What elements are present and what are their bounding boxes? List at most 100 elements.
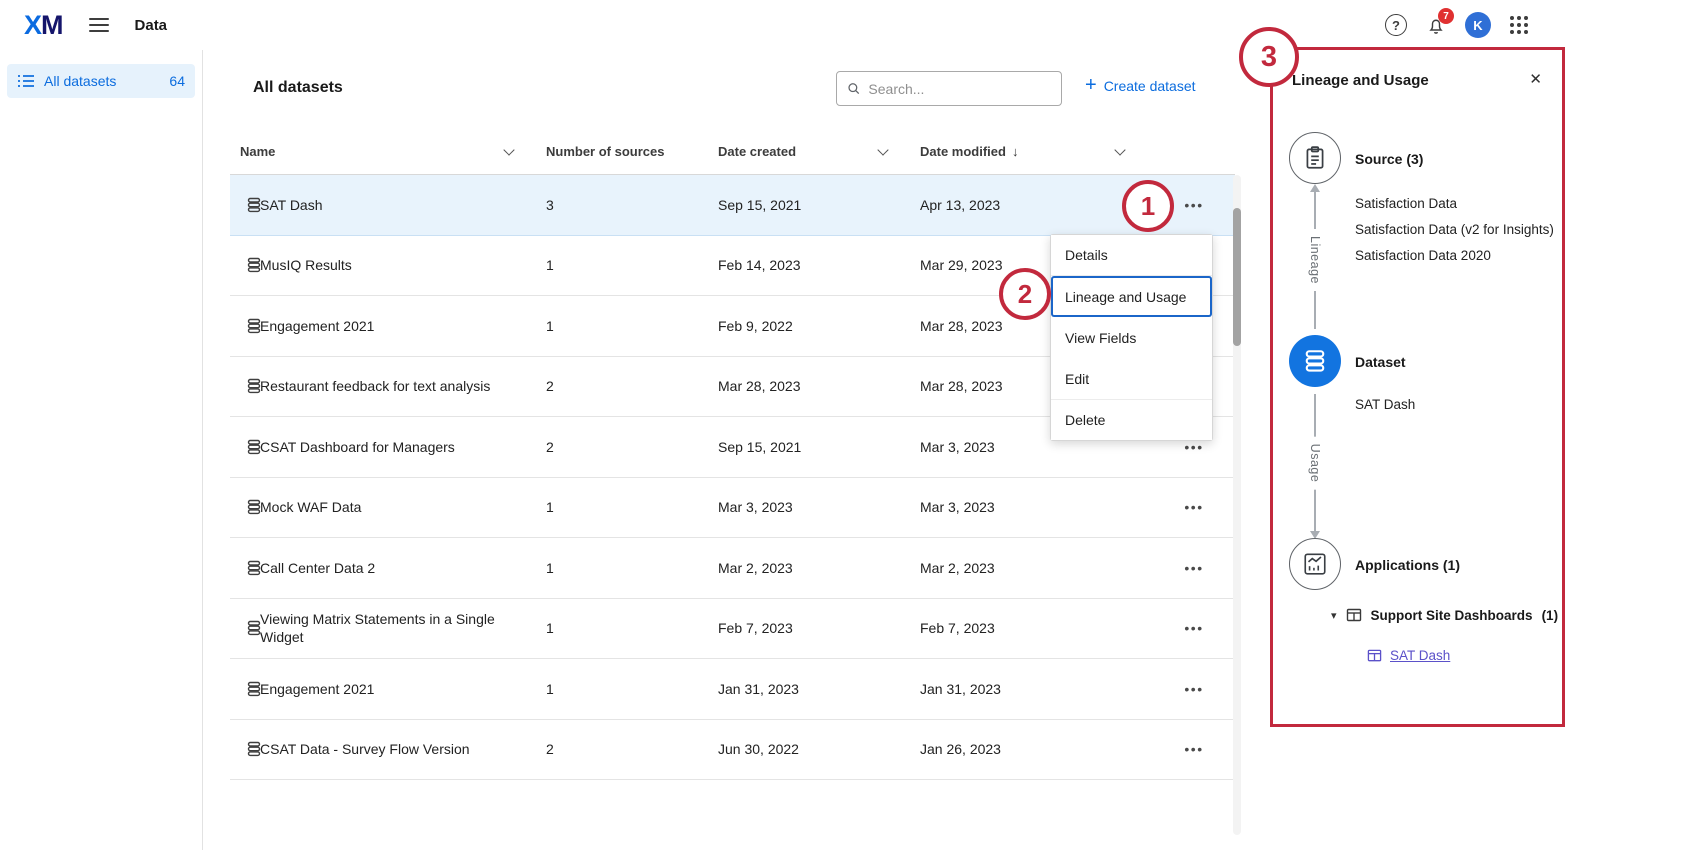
table-header: Name Number of sources Date created Date… <box>230 130 1235 175</box>
application-link-row: SAT Dash <box>1367 648 1450 663</box>
menu-item-details[interactable]: Details <box>1051 235 1212 276</box>
more-options-icon: ••• <box>1184 439 1203 455</box>
applications-label: Applications (1) <box>1355 557 1460 573</box>
column-label: Name <box>240 144 275 159</box>
cell-date-created: Sep 15, 2021 <box>718 417 801 477</box>
sidebar-item-label: All datasets <box>44 73 160 89</box>
close-icon[interactable]: ✕ <box>1529 70 1542 88</box>
table-row[interactable]: Mock WAF Data 1 Mar 3, 2023 Mar 3, 2023 … <box>230 478 1235 539</box>
row-actions-button[interactable]: ••• <box>1172 175 1216 235</box>
menu-item-delete[interactable]: Delete <box>1051 399 1212 440</box>
chevron-down-icon[interactable] <box>1114 144 1125 155</box>
cell-sources: 2 <box>546 417 554 477</box>
cell-name[interactable]: CSAT Dashboard for Managers <box>260 417 505 477</box>
usage-connector: Usage <box>1314 394 1316 532</box>
cell-name[interactable]: Restaurant feedback for text analysis <box>260 357 505 417</box>
application-group-row[interactable]: ▾ Support Site Dashboards (1) <box>1331 607 1558 623</box>
xm-logo: XM <box>24 12 63 39</box>
logo-letter-m: M <box>41 10 63 40</box>
table-row[interactable]: Viewing Matrix Statements in a Single Wi… <box>230 599 1235 660</box>
cell-name[interactable]: Viewing Matrix Statements in a Single Wi… <box>260 599 505 659</box>
table-row[interactable]: CSAT Data - Survey Flow Version 2 Jun 30… <box>230 720 1235 781</box>
cell-date-created: Mar 3, 2023 <box>718 478 793 538</box>
cell-name[interactable]: CSAT Data - Survey Flow Version <box>260 720 505 780</box>
more-options-icon: ••• <box>1184 560 1203 576</box>
annotation-circle-3: 3 <box>1239 27 1299 87</box>
more-options-icon: ••• <box>1184 620 1203 636</box>
menu-item-view-fields[interactable]: View Fields <box>1051 317 1212 358</box>
caret-down-icon: ▾ <box>1331 609 1337 622</box>
topbar: XM Data ? 7 K <box>0 0 1700 50</box>
row-actions-button[interactable]: ••• <box>1172 599 1216 659</box>
row-context-menu: Details Lineage and Usage View Fields Ed… <box>1050 234 1213 441</box>
cell-sources: 2 <box>546 720 554 780</box>
table-row[interactable]: Engagement 2021 1 Jan 31, 2023 Jan 31, 2… <box>230 659 1235 720</box>
column-header-sources[interactable]: Number of sources <box>546 144 664 159</box>
cell-sources: 2 <box>546 357 554 417</box>
row-actions-button[interactable]: ••• <box>1172 538 1216 598</box>
cell-name[interactable]: Mock WAF Data <box>260 478 505 538</box>
search-input[interactable] <box>868 81 1051 97</box>
topbar-left: XM Data <box>24 0 167 50</box>
column-label: Number of sources <box>546 144 664 159</box>
annotation-circle-1: 1 <box>1122 180 1174 232</box>
menu-item-lineage-and-usage[interactable]: Lineage and Usage <box>1051 276 1212 317</box>
cell-date-created: Feb 7, 2023 <box>718 599 793 659</box>
cell-date-created: Jun 30, 2022 <box>718 720 799 780</box>
search-icon <box>847 81 860 96</box>
user-avatar[interactable]: K <box>1465 12 1491 38</box>
cell-date-created: Mar 2, 2023 <box>718 538 793 598</box>
notifications-button[interactable]: 7 <box>1426 15 1446 35</box>
cell-date-created: Mar 28, 2023 <box>718 357 801 417</box>
table-row[interactable]: Call Center Data 2 1 Mar 2, 2023 Mar 2, … <box>230 538 1235 599</box>
apps-grid-icon[interactable] <box>1510 16 1528 34</box>
main-content: All datasets + Create dataset Name Numbe… <box>203 50 1270 850</box>
cell-date-modified: Mar 3, 2023 <box>920 417 995 477</box>
help-button[interactable]: ? <box>1385 14 1407 36</box>
annotation-circle-2: 2 <box>999 268 1051 320</box>
column-header-name[interactable]: Name <box>240 144 275 159</box>
chevron-down-icon[interactable] <box>503 144 514 155</box>
lineage-usage-panel: Lineage and Usage ✕ Source (3) Satisfact… <box>1270 47 1565 727</box>
clipboard-icon <box>1302 145 1328 171</box>
cell-name[interactable]: SAT Dash <box>260 175 505 235</box>
source-list: Satisfaction Data Satisfaction Data (v2 … <box>1355 191 1554 269</box>
sort-desc-icon: ↓ <box>1012 144 1019 159</box>
cell-date-modified: Mar 28, 2023 <box>920 296 1003 356</box>
sidebar: All datasets 64 <box>0 50 203 850</box>
row-actions-button[interactable]: ••• <box>1172 659 1216 719</box>
dashboard-icon <box>1367 648 1382 663</box>
source-node <box>1289 132 1341 184</box>
cell-date-modified: Jan 26, 2023 <box>920 720 1001 780</box>
cell-name[interactable]: MusIQ Results <box>260 236 505 296</box>
cell-date-modified: Feb 7, 2023 <box>920 599 995 659</box>
chevron-down-icon[interactable] <box>877 144 888 155</box>
table-row[interactable]: SAT Dash 3 Sep 15, 2021 Apr 13, 2023 ••• <box>230 175 1235 236</box>
source-item: Satisfaction Data 2020 <box>1355 243 1554 269</box>
dataset-node <box>1289 335 1341 387</box>
cell-name[interactable]: Engagement 2021 <box>260 659 505 719</box>
hamburger-menu-icon[interactable] <box>89 18 109 32</box>
cell-date-modified: Mar 28, 2023 <box>920 357 1003 417</box>
more-options-icon: ••• <box>1184 681 1203 697</box>
column-label: Date created <box>718 144 796 159</box>
cell-name[interactable]: Call Center Data 2 <box>260 538 505 598</box>
row-actions-button[interactable]: ••• <box>1172 478 1216 538</box>
chart-icon <box>1302 551 1328 577</box>
sidebar-item-all-datasets[interactable]: All datasets 64 <box>7 64 195 98</box>
scrollbar-thumb[interactable] <box>1233 208 1241 346</box>
application-link[interactable]: SAT Dash <box>1390 648 1450 663</box>
search-box <box>836 71 1062 106</box>
column-header-modified[interactable]: Date modified ↓ <box>920 144 1018 159</box>
scrollbar[interactable] <box>1233 175 1241 835</box>
row-actions-button[interactable]: ••• <box>1172 720 1216 780</box>
cell-name[interactable]: Engagement 2021 <box>260 296 505 356</box>
list-icon <box>17 74 35 88</box>
application-group-count: (1) <box>1542 608 1559 623</box>
topbar-right: ? 7 K <box>1385 0 1528 50</box>
create-dataset-button[interactable]: + Create dataset <box>1085 77 1196 95</box>
column-header-created[interactable]: Date created <box>718 144 796 159</box>
cell-sources: 1 <box>546 478 554 538</box>
cell-date-modified: Mar 2, 2023 <box>920 538 995 598</box>
menu-item-edit[interactable]: Edit <box>1051 358 1212 399</box>
